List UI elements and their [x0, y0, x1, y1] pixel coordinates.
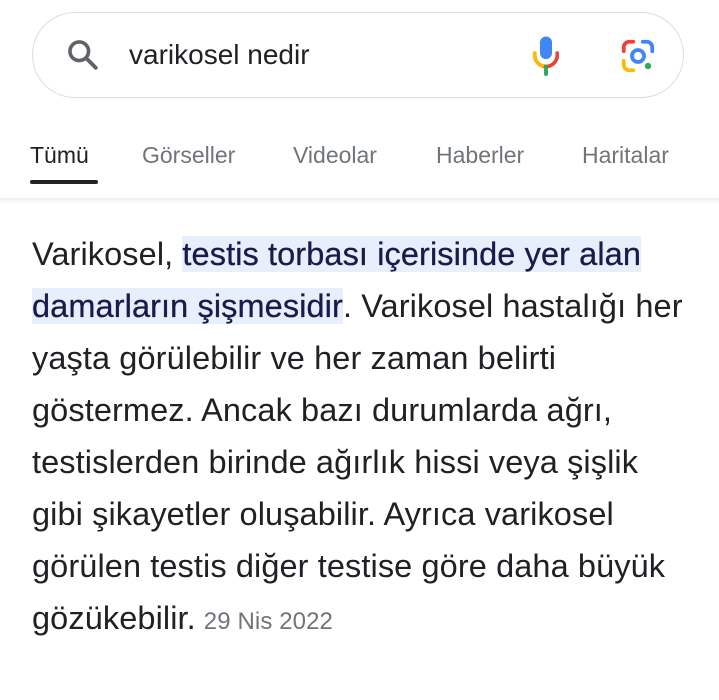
active-tab-indicator	[30, 180, 98, 184]
snippet-lead: Varikosel,	[32, 236, 183, 272]
tabs-divider	[0, 198, 719, 204]
tab-images[interactable]: Görseller	[142, 142, 235, 169]
tab-maps[interactable]: Haritalar	[582, 142, 669, 169]
tab-all[interactable]: Tümü	[30, 142, 89, 169]
snippet-date: 29 Nis 2022	[203, 608, 333, 635]
search-icon[interactable]	[65, 37, 101, 73]
search-bar[interactable]	[32, 12, 684, 98]
snippet-body: . Varikosel hastalığı her yaşta görülebi…	[32, 288, 683, 636]
featured-snippet: Varikosel, testis torbası içerisinde yer…	[32, 228, 692, 648]
search-tabs: Tümü Görseller Videolar Haberler Harital…	[0, 130, 719, 190]
tab-news[interactable]: Haberler	[436, 142, 524, 169]
microphone-icon[interactable]	[531, 35, 561, 77]
search-results-page: Tümü Görseller Videolar Haberler Harital…	[0, 0, 719, 700]
tab-videos[interactable]: Videolar	[293, 142, 377, 169]
google-lens-icon[interactable]	[619, 37, 657, 75]
search-input[interactable]	[129, 35, 509, 75]
